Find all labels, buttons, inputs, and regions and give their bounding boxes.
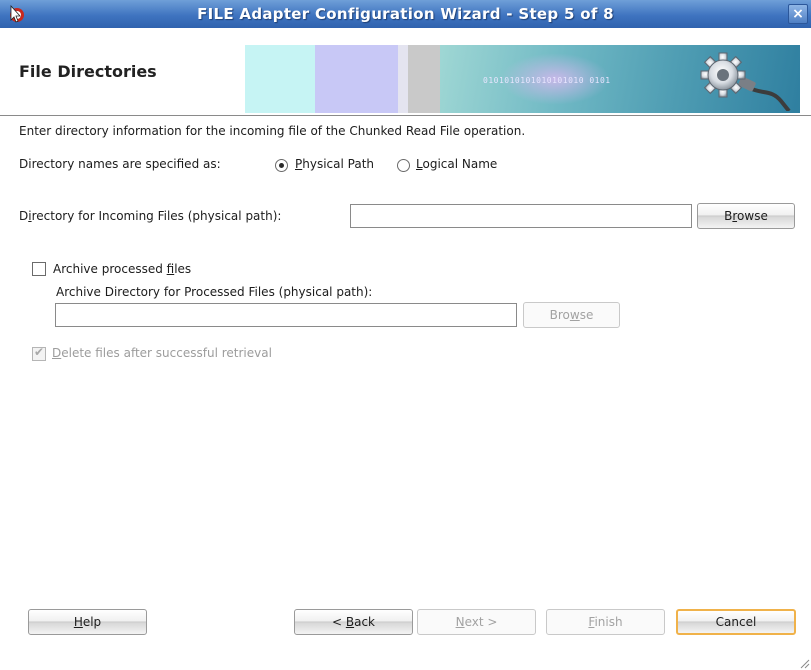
wizard-header: File Directories 0101010101010101010 010…	[0, 28, 811, 116]
header-banner-graphic: 0101010101010101010 0101	[245, 45, 805, 113]
physical-path-label[interactable]: Physical Path	[295, 157, 374, 171]
archive-processed-checkbox[interactable]	[32, 262, 46, 276]
physical-path-radio[interactable]	[275, 159, 288, 172]
finish-button[interactable]: Finish	[546, 609, 665, 635]
back-button[interactable]: < Back	[294, 609, 413, 635]
resize-grip-icon[interactable]	[798, 657, 810, 669]
archive-directory-label: Archive Directory for Processed Files (p…	[56, 285, 373, 299]
logical-name-radio[interactable]	[397, 159, 410, 172]
cancel-button[interactable]: Cancel	[676, 609, 796, 635]
instructions-text: Enter directory information for the inco…	[19, 124, 526, 138]
directory-names-label: Directory names are specified as:	[19, 157, 221, 171]
logical-name-label[interactable]: Logical Name	[416, 157, 497, 171]
banner-binary-text: 0101010101010101010 0101	[483, 76, 611, 85]
delete-files-label[interactable]: Delete files after successful retrieval	[52, 346, 272, 360]
delete-files-checkbox[interactable]: ✔	[32, 345, 46, 361]
window-title: FILE Adapter Configuration Wizard - Step…	[197, 5, 614, 23]
browse-incoming-button[interactable]: Browse	[697, 203, 795, 229]
page-title: File Directories	[19, 62, 157, 81]
next-button[interactable]: Next >	[417, 609, 536, 635]
close-button[interactable]: ×	[788, 4, 808, 24]
gear-plug-icon	[700, 52, 791, 111]
help-button[interactable]: Help	[28, 609, 147, 635]
archive-directory-input[interactable]	[55, 303, 517, 327]
browse-archive-button[interactable]: Browse	[523, 302, 620, 328]
incoming-directory-label: Directory for Incoming Files (physical p…	[19, 209, 282, 223]
archive-processed-label[interactable]: Archive processed files	[53, 262, 191, 276]
incoming-directory-input[interactable]	[350, 204, 692, 228]
checkmark-icon: ✔	[34, 345, 45, 359]
title-bar: FILE Adapter Configuration Wizard - Step…	[0, 0, 811, 28]
